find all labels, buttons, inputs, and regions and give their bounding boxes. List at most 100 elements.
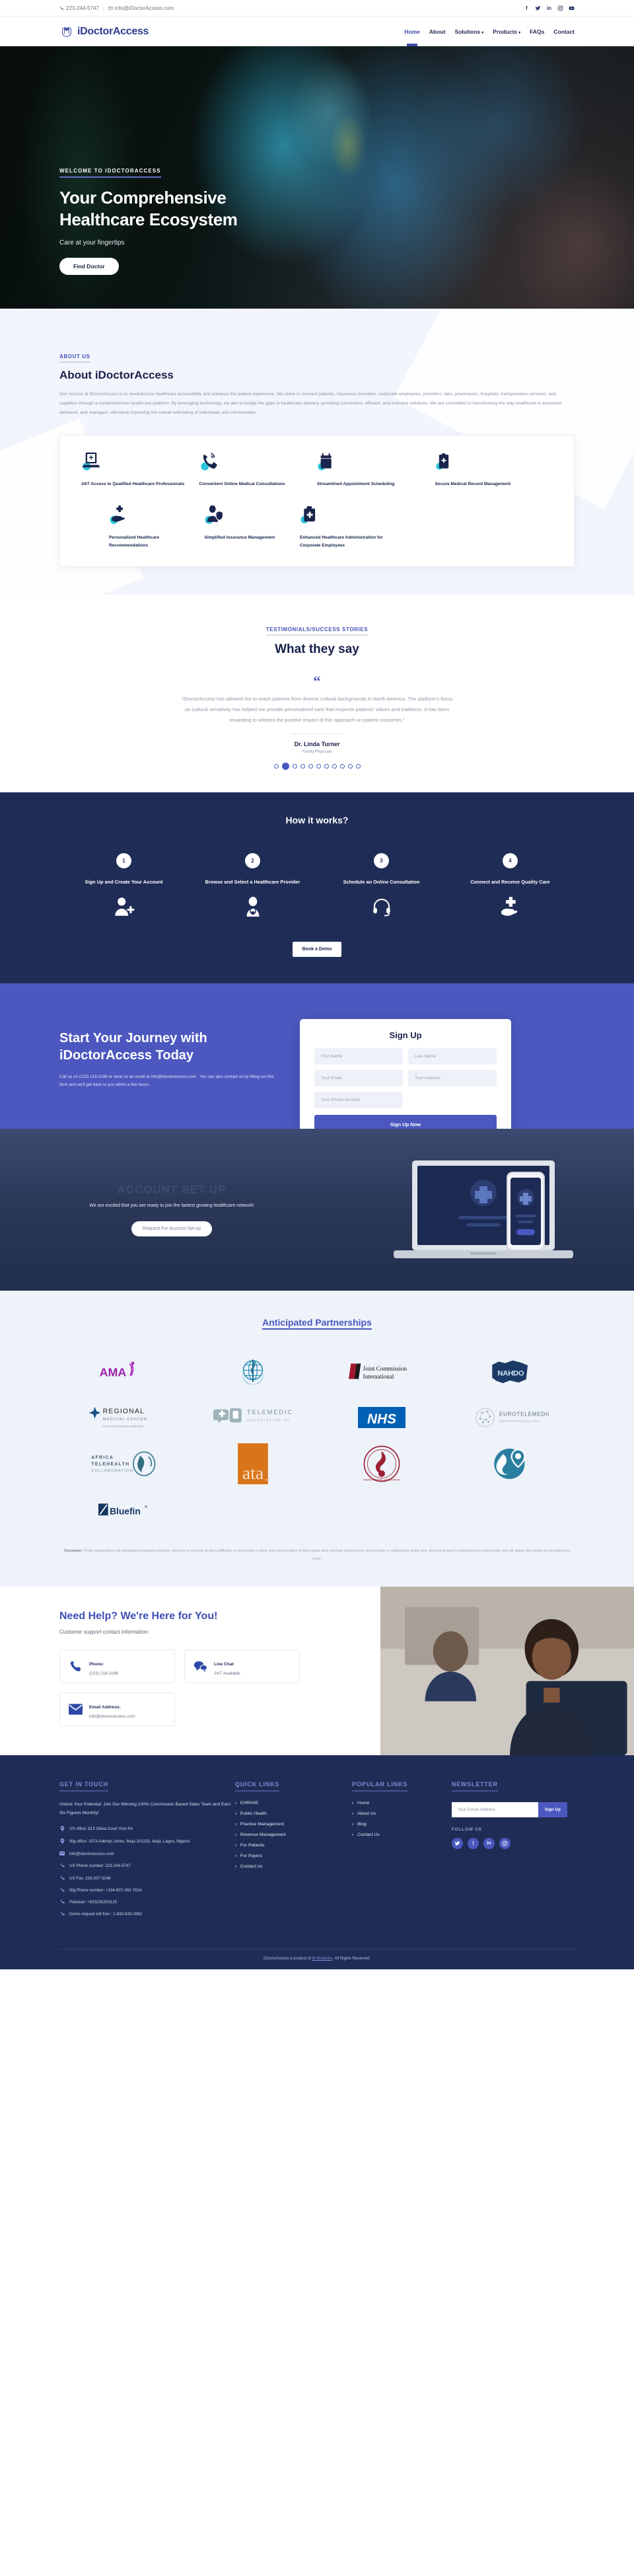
request-account-setup-button[interactable]: Request For Account Set-up xyxy=(131,1221,212,1236)
footer-contact-text: US Phone number: 223-244-5747 xyxy=(69,1864,131,1869)
need-help-heading: Need Help? We're Here for You! xyxy=(59,1610,218,1622)
regional-medical-center-logo: REGIONAL MEDICAL CENTER Part of Good Samar… xyxy=(59,1394,188,1441)
footer-link-label: Contact Us xyxy=(240,1864,263,1870)
quick-link-4[interactable]: › Revenue Management xyxy=(235,1833,352,1837)
quick-link-3[interactable]: › Practice Management xyxy=(235,1822,352,1827)
footer-contact-item: US Fax: 233-207-3248 xyxy=(59,1875,235,1883)
copyright-suffix: . All Rights Reserved. xyxy=(332,1956,370,1961)
carousel-dot-2[interactable] xyxy=(281,763,289,771)
feature-personalized-recommendations: Personalized Healthcare Recommendations xyxy=(109,504,204,549)
first-name-input[interactable] xyxy=(314,1048,403,1065)
svg-text:Evolution of medical services.: Evolution of medical services. Online xyxy=(499,1420,539,1423)
partners-heading: Anticipated Partnerships xyxy=(262,1317,372,1330)
brand-logo[interactable]: iDoctorAccess xyxy=(59,24,149,39)
step-number: 1 xyxy=(116,853,131,869)
youtube-icon[interactable] xyxy=(569,5,575,11)
book-a-demo-button[interactable]: Book a Demo xyxy=(292,942,342,958)
find-doctor-button[interactable]: Find Doctor xyxy=(59,257,119,275)
svg-text:ata: ata xyxy=(242,1462,263,1483)
footer-heading-get-in-touch: GET IN TOUCH xyxy=(59,1781,108,1792)
footer-social-links: f in xyxy=(451,1838,575,1850)
popular-link-4[interactable]: › Contact Us xyxy=(352,1833,452,1837)
logo-cell-empty xyxy=(188,1487,317,1533)
feature-title: Secure Medical Record Management xyxy=(435,481,511,486)
phone-input[interactable] xyxy=(314,1092,403,1109)
carousel-dot-5[interactable] xyxy=(308,764,313,769)
twitter-icon[interactable] xyxy=(451,1838,463,1850)
carousel-dot-6[interactable] xyxy=(316,764,321,769)
quick-link-6[interactable]: › For Payers xyxy=(235,1854,352,1858)
newsletter-signup-button[interactable]: Sign Up xyxy=(538,1802,567,1818)
topbar-email[interactable]: info@iDoctorAccess.com xyxy=(108,5,174,11)
global-telehealth-logo xyxy=(446,1441,575,1487)
popular-link-1[interactable]: › Home xyxy=(352,1801,452,1805)
facebook-icon[interactable]: f xyxy=(524,5,530,11)
footer-copyright: iDoctorAccess a product of iB Medicine. … xyxy=(59,1950,575,1969)
svg-text:TELEMEDICINE: TELEMEDICINE xyxy=(246,1409,292,1416)
quick-link-1[interactable]: › EHR/HIE xyxy=(235,1801,352,1805)
linkedin-icon[interactable]: in xyxy=(483,1838,495,1850)
carousel-dot-4[interactable] xyxy=(300,764,305,769)
support-card-value: 24/7 Available xyxy=(214,1671,240,1677)
carousel-dot-9[interactable] xyxy=(339,764,345,769)
step-2: 2 Browse and Select a Healthcare Provide… xyxy=(188,853,317,918)
map-pin-icon xyxy=(59,1825,65,1834)
step-title: Browse and Select a Healthcare Provider xyxy=(205,879,300,886)
footer-get-in-touch: GET IN TOUCH Unlock Your Potential: Join… xyxy=(59,1778,235,1924)
twitter-icon[interactable] xyxy=(535,5,541,11)
newsletter-email-input[interactable] xyxy=(451,1802,538,1818)
nav-item-home[interactable]: Home xyxy=(404,26,420,46)
landing-page: 223-244-5747 | info@iDoctorAccess.com f … xyxy=(0,0,634,1969)
chat-icon xyxy=(193,1660,207,1673)
carousel-dot-8[interactable] xyxy=(332,764,337,769)
user-plus-icon xyxy=(59,895,188,918)
footer-contact-item: US office: 813 Olivia Court York PA xyxy=(59,1825,235,1834)
nav-item-solutions[interactable]: Solutions ▾ xyxy=(455,26,484,37)
carousel-dot-7[interactable] xyxy=(324,764,329,769)
carousel-dot-10[interactable] xyxy=(347,764,353,769)
popular-link-3[interactable]: › Blog xyxy=(352,1822,452,1827)
support-card-phone[interactable]: Phone: (223) 218-2198 xyxy=(59,1649,175,1684)
support-agent-photo xyxy=(380,1587,634,1756)
svg-text:ASSOCIATION OF CANADA: ASSOCIATION OF CANADA xyxy=(246,1419,292,1423)
chevron-right-icon: › xyxy=(352,1811,354,1816)
carousel-dot-1[interactable] xyxy=(273,764,279,769)
support-cards: Phone: (223) 218-2198 Live Chat 24/7 Ava… xyxy=(59,1649,354,1727)
carousel-dot-11[interactable] xyxy=(355,764,361,769)
carousel-dot-3[interactable] xyxy=(292,764,297,769)
facebook-icon[interactable]: f xyxy=(467,1838,479,1850)
nav-item-about[interactable]: About xyxy=(429,26,446,37)
journey-paragraph: Call us on (223) 218-2198 or send us an … xyxy=(59,1075,274,1088)
topbar-phone[interactable]: 223-244-5747 xyxy=(59,5,99,11)
address-input[interactable] xyxy=(408,1070,497,1087)
quick-link-2[interactable]: › Public Health xyxy=(235,1811,352,1816)
about-section: ABOUT US About iDoctorAccess Our mission… xyxy=(0,309,634,595)
support-card-live-chat[interactable]: Live Chat 24/7 Available xyxy=(184,1649,300,1684)
support-card-value: (223) 218-2198 xyxy=(89,1671,118,1677)
nav-item-contact[interactable]: Contact xyxy=(553,26,575,37)
quick-link-7[interactable]: › Contact Us xyxy=(235,1864,352,1869)
last-name-input[interactable] xyxy=(408,1048,497,1065)
quote-icon: “ xyxy=(313,673,321,690)
account-setup-paragraph: We are excited that you are ready to joi… xyxy=(89,1203,254,1209)
nav-item-products[interactable]: Products ▾ xyxy=(493,26,520,37)
logo-cell-empty xyxy=(446,1487,575,1533)
linkedin-icon[interactable]: in xyxy=(546,5,552,11)
need-help-section: Need Help? We're Here for You! Customer … xyxy=(0,1587,634,1756)
email-input[interactable] xyxy=(314,1070,403,1087)
nav-item-faqs[interactable]: FAQs xyxy=(530,26,544,37)
footer-link-label: For Payers xyxy=(240,1854,263,1859)
footer-link-label: Blog xyxy=(357,1822,367,1827)
copyright-link[interactable]: iB Medicine xyxy=(312,1957,333,1961)
support-card-email[interactable]: Email Address: info@idoctoraccess.com xyxy=(59,1692,175,1727)
instagram-icon[interactable] xyxy=(557,5,563,11)
popular-link-2[interactable]: › About Us xyxy=(352,1811,452,1816)
chevron-right-icon: › xyxy=(352,1822,354,1827)
chevron-right-icon: › xyxy=(234,1864,236,1869)
step-1: 1 Sign Up and Create Your Account xyxy=(59,853,188,918)
footer-heading-newsletter: NEWSLETTER xyxy=(451,1781,498,1792)
nav-item-about-label: About xyxy=(429,28,446,35)
testimonials-section: TESTIMONIALS/SUCCESS STORIES What they s… xyxy=(0,595,634,793)
quick-link-5[interactable]: › For Patients xyxy=(235,1843,352,1848)
instagram-icon[interactable] xyxy=(499,1838,511,1850)
